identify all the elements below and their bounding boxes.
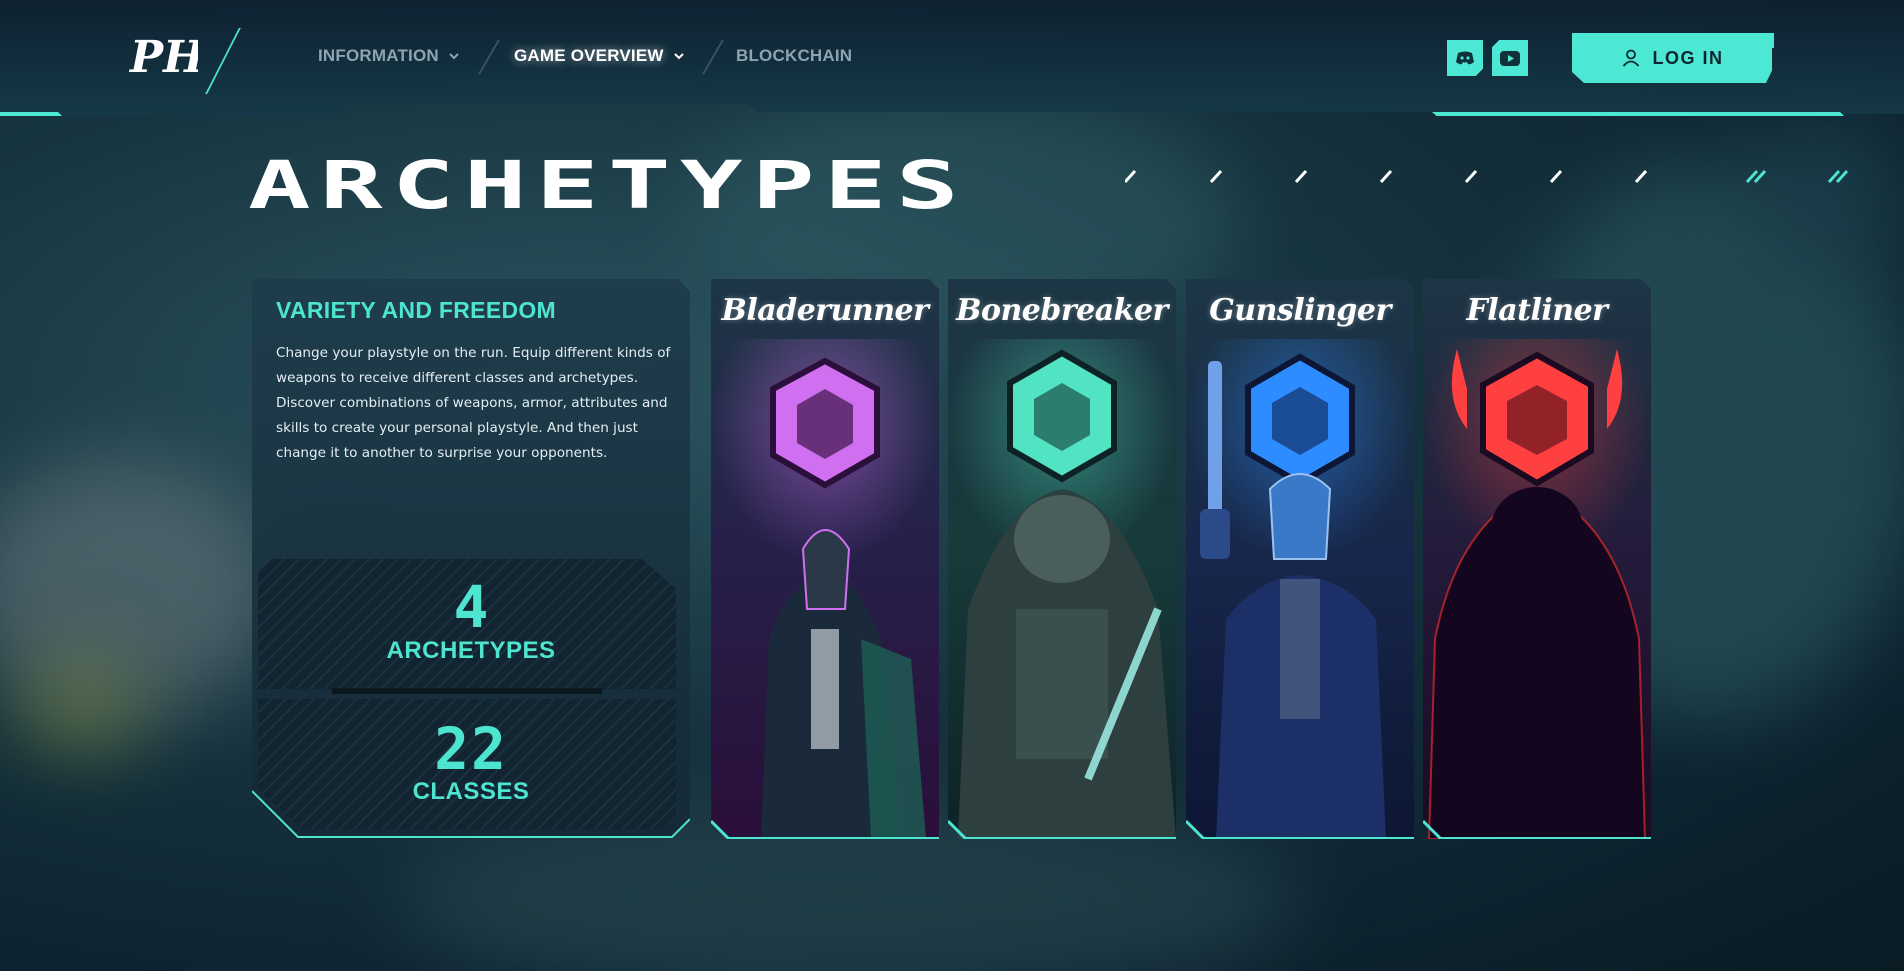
nav-blockchain-label: BLOCKCHAIN [736,46,853,65]
decorative-slashes [1125,169,1849,184]
nav-information[interactable]: INFORMATION [318,46,459,66]
login-button[interactable]: LOG IN [1572,33,1772,83]
stat-classes-value: 22 [434,719,508,775]
nav-information-label: INFORMATION [318,46,439,65]
section-title-text: ARCHETYPES [248,150,968,220]
bonebreaker-artwork [948,279,1176,839]
site-header: PH INFORMATION GAME OVERVIEW BLOCKCHAIN [0,0,1904,116]
stat-classes-label: CLASSES [412,778,530,805]
nav-blockchain[interactable]: BLOCKCHAIN [736,46,852,66]
nav-game-overview-label: GAME OVERVIEW [514,46,664,65]
stat-classes-number: 22 [434,719,508,775]
archetype-name: Bladerunner [721,293,929,328]
stat-archetypes-value: 4 [454,577,489,633]
archetype-card-bonebreaker[interactable]: Bonebreaker [948,279,1176,839]
flatliner-artwork [1423,279,1651,839]
stat-archetypes-label: ARCHETYPES [386,637,556,664]
archetype-name: Bonebreaker [956,293,1168,328]
section-title: ARCHETYPES [248,150,968,220]
chevron-down-icon [449,53,459,60]
user-icon [1622,49,1639,67]
nav-game-overview[interactable]: GAME OVERVIEW [514,46,684,66]
info-heading: VARIETY AND FREEDOM [276,297,557,323]
logo[interactable]: PH [128,30,198,82]
discord-button[interactable] [1447,40,1483,76]
archetype-name: Flatliner [1466,293,1609,328]
gunslinger-artwork [1186,279,1414,839]
stat-archetypes-number: 4 [454,577,489,633]
login-label: LOG IN [1652,47,1724,68]
bladerunner-artwork [711,279,939,839]
archetype-card-flatliner[interactable]: Flatliner [1423,279,1651,839]
chevron-down-icon [673,53,684,60]
info-card: VARIETY AND FREEDOM Change your playstyl… [252,279,690,839]
discord-icon [1456,51,1474,65]
logo-text: PH [128,32,198,82]
youtube-icon [1500,50,1520,66]
archetype-name: Gunslinger [1209,293,1391,328]
info-description: Change your playstyle on the run. Equip … [276,345,671,461]
youtube-button[interactable] [1492,40,1528,76]
login-corner-decoration [1759,33,1774,48]
archetype-card-gunslinger[interactable]: Gunslinger [1186,279,1414,839]
archetype-card-bladerunner[interactable]: Bladerunner [711,279,939,839]
